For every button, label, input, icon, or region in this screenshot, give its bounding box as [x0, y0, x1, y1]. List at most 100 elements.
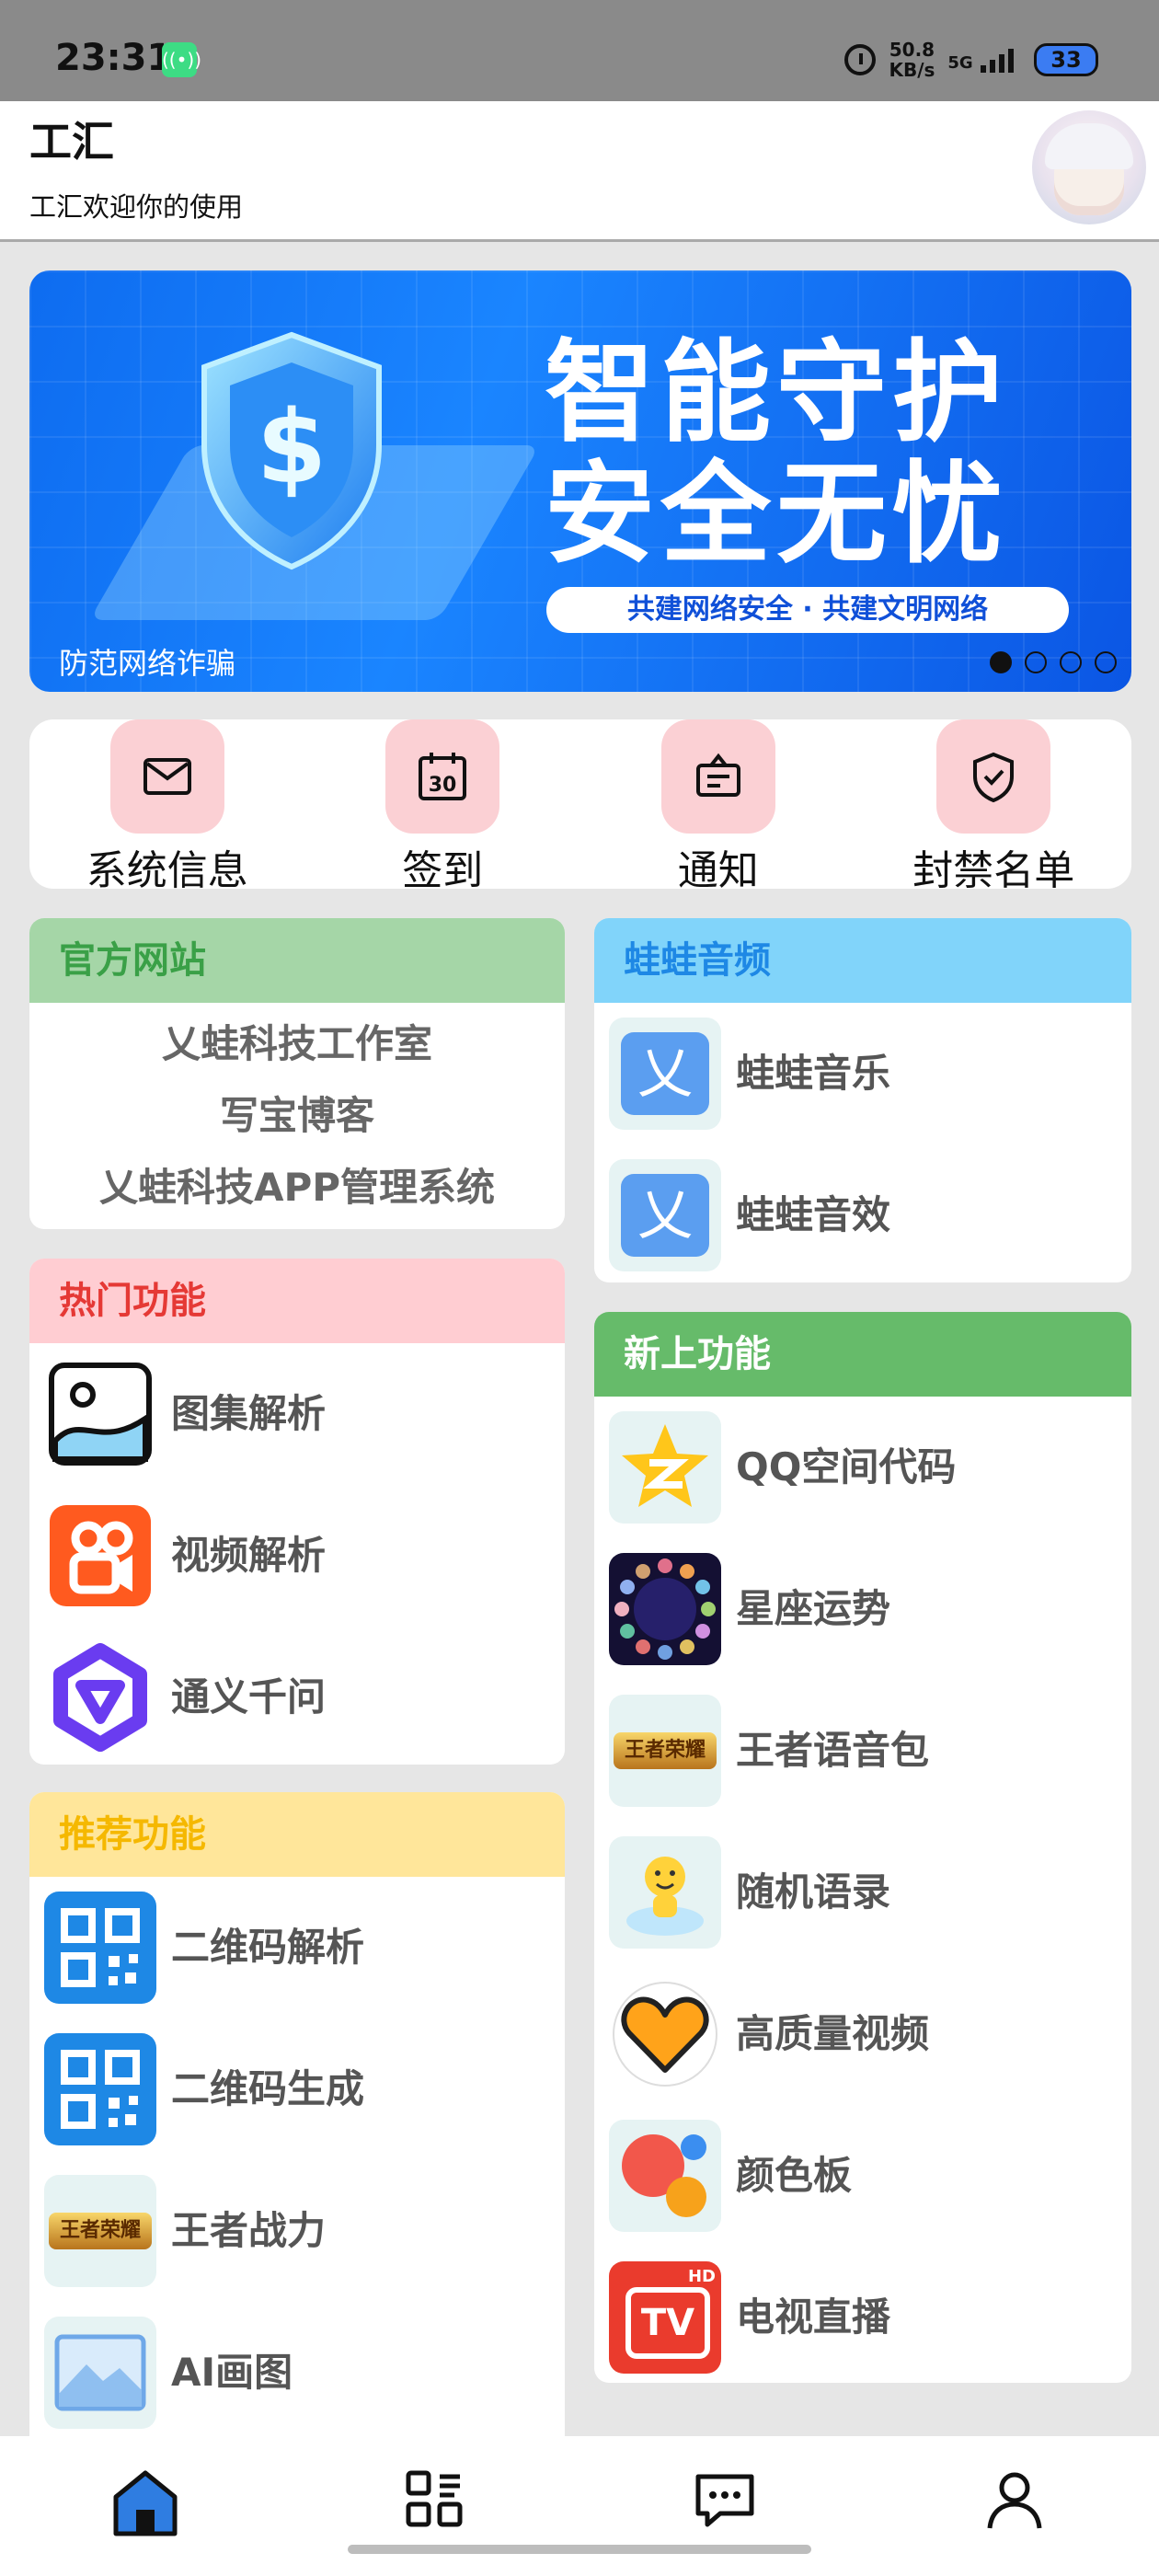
- quick-action-label: 通知: [677, 847, 759, 894]
- site-link[interactable]: 乂蛙科技APP管理系统: [29, 1152, 565, 1224]
- carousel-dot[interactable]: [1060, 651, 1082, 673]
- alarm-icon: [844, 44, 877, 75]
- banner-carousel[interactable]: $ 智能守护 安全无忧 共建网络安全 · 共建文明网络 防范网络诈骗: [29, 270, 1131, 692]
- list-item[interactable]: QQ空间代码: [594, 1397, 1131, 1538]
- image-gallery-icon: [44, 1358, 156, 1470]
- official-sites-card: 官方网站 乂蛙科技工作室 写宝博客 乂蛙科技APP管理系统: [29, 918, 565, 1229]
- site-link[interactable]: 乂蛙科技工作室: [29, 1008, 565, 1080]
- message-icon: [695, 2474, 753, 2527]
- section-title: 官方网站: [29, 918, 565, 1003]
- section-title: 蛙蛙音频: [594, 918, 1131, 1003]
- list-item[interactable]: 乂 蛙蛙音乐: [594, 1003, 1131, 1144]
- nav-home[interactable]: [0, 2436, 290, 2576]
- list-item[interactable]: 图集解析: [29, 1343, 565, 1485]
- item-label: AI画图: [171, 2350, 293, 2395]
- home-icon: [113, 2470, 177, 2536]
- bottom-navigation: [0, 2436, 1159, 2576]
- tongyi-icon: [44, 1641, 156, 1754]
- banner-headline-line-1: 智能守护: [545, 329, 1008, 457]
- audio-app-icon: 乂: [609, 1018, 721, 1130]
- nav-profile[interactable]: [869, 2436, 1159, 2576]
- carousel-dot[interactable]: [990, 651, 1012, 673]
- honor-of-kings-glyph: 王者荣耀: [614, 1732, 717, 1769]
- ai-image-icon: [44, 2317, 156, 2429]
- nav-messages[interactable]: [580, 2436, 869, 2576]
- section-title: 推荐功能: [29, 1792, 565, 1877]
- list-item[interactable]: 通义千问: [29, 1627, 565, 1765]
- banner-headline-line-2: 安全无忧: [545, 451, 1008, 579]
- section-title: 热门功能: [29, 1259, 565, 1343]
- quick-action-label: 系统信息: [86, 847, 248, 894]
- quick-action-notice[interactable]: 通知: [580, 719, 856, 894]
- battery-indicator: 33: [1034, 43, 1098, 76]
- list-item[interactable]: 王者荣耀 王者语音包: [594, 1680, 1131, 1822]
- quick-action-label: 封禁名单: [912, 847, 1075, 894]
- apps-icon: [406, 2470, 462, 2527]
- section-title: 新上功能: [594, 1312, 1131, 1397]
- gesture-bar[interactable]: [348, 2545, 811, 2554]
- honor-of-kings-icon: 王者荣耀: [609, 1695, 721, 1807]
- banner-headline: 智能守护 安全无忧: [545, 333, 1115, 576]
- item-label: 蛙蛙音效: [736, 1192, 891, 1237]
- status-bar: 23:31 ((•)) 50.8 KB/s 5G 33: [0, 0, 1159, 101]
- site-link[interactable]: 写宝博客: [29, 1080, 565, 1152]
- app-title: 工汇: [29, 117, 114, 167]
- network-speed-unit: KB/s: [889, 59, 935, 81]
- item-label: 通义千问: [171, 1674, 327, 1719]
- video-play-icon: [44, 1500, 156, 1612]
- list-item[interactable]: AI画图: [29, 2302, 565, 2436]
- honor-of-kings-icon: 王者荣耀: [44, 2175, 156, 2287]
- quick-action-label: 签到: [402, 847, 484, 894]
- list-item[interactable]: TV HD 电视直播: [594, 2247, 1131, 2383]
- svg-text:30: 30: [429, 774, 457, 797]
- list-item[interactable]: 颜色板: [594, 2105, 1131, 2247]
- emoji-cloud-icon: [609, 1836, 721, 1949]
- list-item[interactable]: 星座运势: [594, 1538, 1131, 1680]
- quick-action-system-info[interactable]: 系统信息: [29, 719, 305, 894]
- item-label: 二维码解析: [171, 1925, 365, 1970]
- quick-action-ban-list[interactable]: 封禁名单: [856, 719, 1132, 894]
- zodiac-wheel-icon: [609, 1553, 721, 1665]
- qr-code-icon: [44, 2033, 156, 2145]
- qzone-star-icon: [609, 1411, 721, 1524]
- tv-hd-badge: HD: [687, 2267, 716, 2286]
- calendar-icon: 30: [385, 719, 500, 834]
- item-label: 蛙蛙音乐: [736, 1051, 891, 1096]
- list-item[interactable]: 二维码生成: [29, 2018, 565, 2160]
- nav-apps[interactable]: [290, 2436, 580, 2576]
- new-features-card: 新上功能 QQ空间代码 星座运势 王者荣耀 王者语音包 随机语录 高质量视频 颜…: [594, 1312, 1131, 2383]
- list-item[interactable]: 高质量视频: [594, 1963, 1131, 2105]
- recommended-card: 推荐功能 二维码解析 二维码生成 王者荣耀 王者战力 AI画图: [29, 1792, 565, 2436]
- banner-slogan: 共建网络安全 · 共建文明网络: [546, 587, 1069, 633]
- notice-icon: [660, 719, 775, 834]
- status-time: 23:31: [55, 37, 173, 79]
- item-label: 随机语录: [736, 1869, 891, 1915]
- carousel-indicator: [990, 651, 1117, 673]
- hotspot-icon: ((•)): [162, 42, 201, 77]
- item-label: 高质量视频: [736, 2011, 930, 2056]
- list-item[interactable]: 乂 蛙蛙音效: [594, 1144, 1131, 1282]
- list-item[interactable]: 视频解析: [29, 1485, 565, 1627]
- shield-check-icon: [936, 719, 1051, 834]
- network-speed: 50.8 KB/s: [889, 40, 935, 80]
- carousel-dot[interactable]: [1025, 651, 1047, 673]
- banner-caption: 防范网络诈骗: [59, 646, 236, 681]
- quick-action-checkin[interactable]: 30 签到: [305, 719, 581, 894]
- network-type: 5G: [947, 53, 973, 73]
- qr-code-icon: [44, 1892, 156, 2004]
- hot-features-card: 热门功能 图集解析 视频解析 通义千问: [29, 1259, 565, 1765]
- avatar[interactable]: [1032, 110, 1146, 224]
- tv-glyph: TV: [625, 2287, 710, 2359]
- heart-icon: [609, 1978, 721, 2090]
- honor-of-kings-glyph: 王者荣耀: [49, 2213, 152, 2249]
- app-header: 工汇 工汇欢迎你的使用: [0, 101, 1159, 242]
- list-item[interactable]: 二维码解析: [29, 1877, 565, 2018]
- list-item[interactable]: 随机语录: [594, 1822, 1131, 1963]
- carousel-dot[interactable]: [1095, 651, 1117, 673]
- list-item[interactable]: 王者荣耀 王者战力: [29, 2160, 565, 2302]
- mail-icon: [109, 719, 224, 834]
- audio-card: 蛙蛙音频 乂 蛙蛙音乐 乂 蛙蛙音效: [594, 918, 1131, 1282]
- audio-app-glyph: 乂: [621, 1032, 709, 1115]
- color-palette-icon: [609, 2120, 721, 2232]
- shield-dollar-icon: $: [201, 331, 382, 570]
